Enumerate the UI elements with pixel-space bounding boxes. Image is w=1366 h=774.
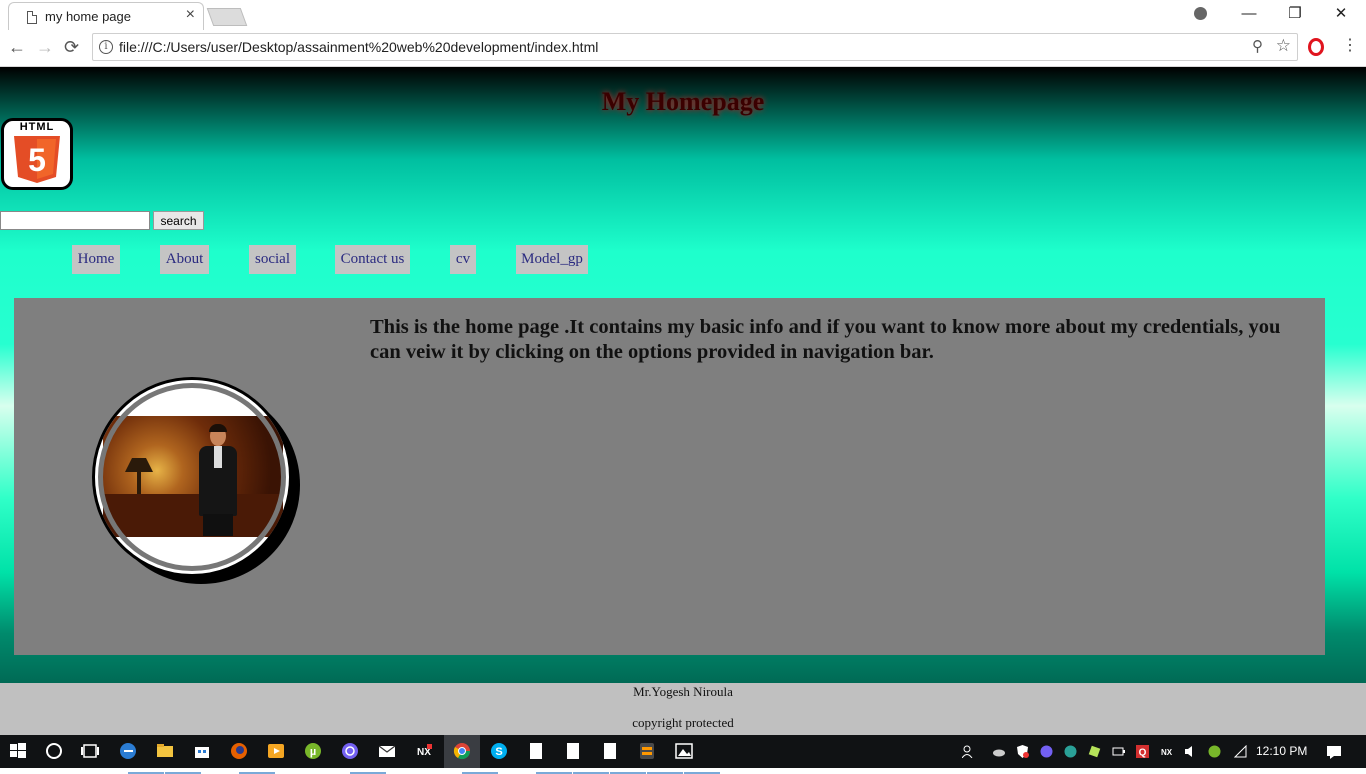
document-icon[interactable]: [563, 741, 583, 761]
windows-taskbar: µ NX S Q NX 12:10 PM: [0, 735, 1366, 774]
url-text[interactable]: file:///C:/Users/user/Desktop/assainment…: [119, 39, 598, 55]
page-footer: Mr.Yogesh Niroula copyright protected: [0, 683, 1366, 735]
profile-photo: [92, 377, 292, 577]
bookmark-star-icon[interactable]: ☆: [1276, 36, 1291, 56]
nav-home[interactable]: Home: [72, 245, 120, 274]
mail-icon[interactable]: [377, 741, 397, 761]
nx-icon[interactable]: NX: [414, 741, 434, 761]
viber-icon[interactable]: [340, 741, 360, 761]
document-icon[interactable]: [600, 741, 620, 761]
battery-icon[interactable]: [1112, 745, 1125, 758]
windows-start-icon[interactable]: [8, 741, 28, 761]
tab-title: my home page: [45, 9, 131, 24]
minimize-button[interactable]: —: [1226, 0, 1272, 30]
page-title: My Homepage: [601, 87, 765, 116]
intro-text: This is the home page .It contains my ba…: [370, 316, 1281, 363]
sublime-icon[interactable]: [637, 741, 657, 761]
photo-ring: [98, 383, 286, 571]
green-app-icon[interactable]: [1088, 745, 1101, 758]
html5-shield-icon: 5: [14, 136, 60, 183]
edge-icon[interactable]: [118, 741, 138, 761]
svg-text:Q: Q: [1139, 748, 1147, 759]
browser-menu-button[interactable]: ⋮: [1342, 35, 1358, 55]
tab-close-icon[interactable]: ×: [186, 6, 195, 24]
footer-name: Mr.Yogesh Niroula: [633, 684, 733, 699]
nav-model-gp[interactable]: Model_gp: [516, 245, 588, 274]
onedrive-icon[interactable]: [992, 745, 1005, 758]
zoom-icon[interactable]: ⚲: [1252, 37, 1263, 55]
forward-button[interactable]: →: [36, 36, 54, 58]
nav-about[interactable]: About: [160, 245, 209, 274]
browser-tab[interactable]: my home page ×: [8, 2, 204, 30]
clock[interactable]: 12:10 PM: [1256, 744, 1307, 758]
account-icon[interactable]: [1194, 7, 1207, 20]
viber-tray-icon[interactable]: [1040, 745, 1053, 758]
security-shield-icon[interactable]: [1016, 745, 1029, 758]
html5-logo: HTML 5: [1, 118, 73, 190]
skype-icon[interactable]: S: [489, 741, 509, 761]
opera-extension-icon[interactable]: [1308, 38, 1324, 56]
back-button[interactable]: ←: [8, 36, 26, 58]
search-input[interactable]: [0, 211, 150, 230]
q-app-icon[interactable]: Q: [1136, 745, 1149, 758]
media-player-icon[interactable]: [266, 741, 286, 761]
people-icon[interactable]: [962, 745, 975, 758]
utorrent-tray-icon[interactable]: [1208, 745, 1221, 758]
utorrent-icon[interactable]: µ: [303, 741, 323, 761]
document-icon[interactable]: [526, 741, 546, 761]
browser-toolbar: ← → ⟳ i file:///C:/Users/user/Desktop/as…: [0, 30, 1366, 67]
store-icon[interactable]: [192, 741, 212, 761]
file-explorer-icon[interactable]: [155, 741, 175, 761]
volume-icon[interactable]: [1184, 745, 1197, 758]
search-button[interactable]: search: [153, 211, 204, 230]
photos-icon[interactable]: [674, 741, 694, 761]
task-view-icon[interactable]: [80, 741, 100, 761]
notification-center-icon[interactable]: [1326, 745, 1342, 759]
chrome-icon[interactable]: [452, 741, 472, 761]
nav-cv[interactable]: cv: [450, 245, 476, 274]
new-tab-button[interactable]: [206, 8, 248, 26]
restore-button[interactable]: ❐: [1272, 0, 1318, 30]
footer-copyright: copyright protected: [632, 715, 734, 730]
nav-social[interactable]: social: [249, 245, 296, 274]
network-app-icon[interactable]: [1064, 745, 1077, 758]
info-icon[interactable]: i: [99, 40, 113, 54]
firefox-icon[interactable]: [229, 741, 249, 761]
nx-tray-icon[interactable]: NX: [1160, 745, 1173, 758]
nav-contact-us[interactable]: Contact us: [335, 245, 410, 274]
address-bar[interactable]: i file:///C:/Users/user/Desktop/assainme…: [92, 33, 1298, 61]
search-circle-icon[interactable]: [44, 741, 64, 761]
tab-strip: my home page × — ❐ ✕: [0, 0, 1366, 30]
content-section: This is the home page .It contains my ba…: [14, 298, 1325, 655]
close-window-button[interactable]: ✕: [1318, 0, 1364, 30]
page-body: My Homepage HTML 5 search Home About soc…: [0, 67, 1366, 683]
svg-text:NX: NX: [1161, 748, 1173, 757]
svg-text:S: S: [495, 746, 502, 758]
svg-text:µ: µ: [310, 746, 316, 758]
wifi-icon[interactable]: [1234, 745, 1247, 758]
reload-button[interactable]: ⟳: [64, 36, 79, 58]
logo-badge: 5: [28, 142, 46, 178]
page-icon: [27, 11, 37, 24]
